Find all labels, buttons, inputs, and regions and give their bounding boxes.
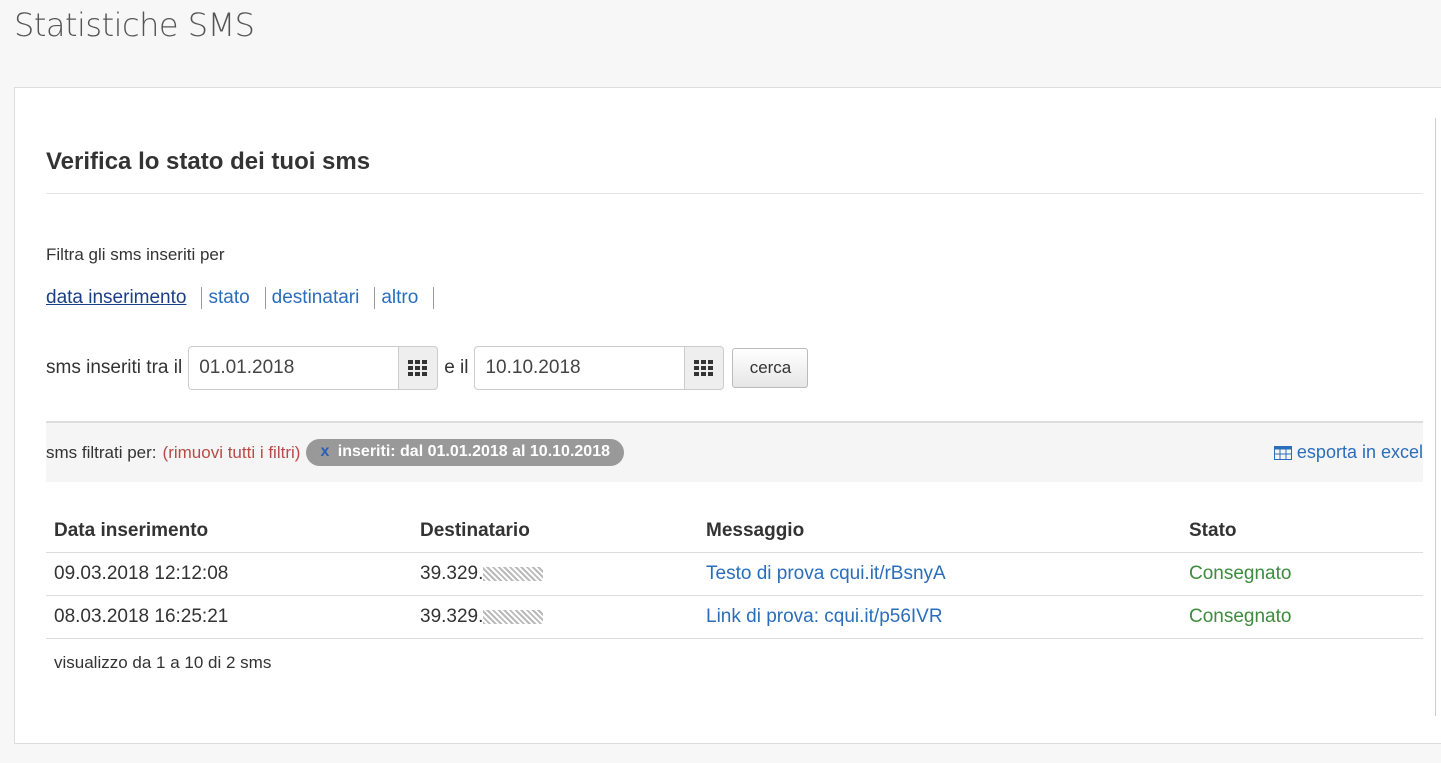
cell-message: Testo di prova cqui.it/rBsnyA: [698, 552, 1181, 596]
column-header-message[interactable]: Messaggio: [698, 508, 1181, 553]
filter-chip: x inseriti: dal 01.01.2018 al 10.10.2018: [306, 439, 624, 466]
date-from-group: [188, 346, 439, 390]
message-link[interactable]: Testo di prova cqui.it/rBsnyA: [706, 563, 946, 584]
cell-date: 09.03.2018 12:12:08: [46, 552, 412, 596]
column-header-recipient[interactable]: Destinatario: [412, 508, 698, 553]
calendar-grid-icon: [408, 360, 428, 376]
cell-recipient: 39.329.: [412, 595, 698, 639]
active-filters-bar: sms filtrati per: (rimuovi tutti i filtr…: [46, 421, 1423, 482]
table-row: 08.03.2018 16:25:21 39.329. Link di prov…: [46, 595, 1423, 639]
results-summary: visualizzo da 1 a 10 di 2 sms: [54, 653, 272, 672]
table-header-row: Data inserimento Destinatario Messaggio …: [46, 508, 1423, 553]
table-icon: [1273, 445, 1292, 460]
cell-recipient: 39.329.: [412, 552, 698, 596]
page-title: Statistiche SMS: [14, 6, 255, 44]
cell-message: Link di prova: cqui.it/p56IVR: [698, 595, 1181, 639]
tab-altro[interactable]: altro: [381, 287, 418, 309]
message-link[interactable]: Link di prova: cqui.it/p56IVR: [706, 606, 943, 627]
date-filter-row: sms inseriti tra il e il: [46, 346, 809, 390]
date-from-calendar-button[interactable]: [398, 346, 439, 390]
tab-separator: [201, 287, 203, 309]
search-button[interactable]: cerca: [732, 348, 809, 388]
remove-all-filters-link[interactable]: (rimuovi tutti i filtri): [163, 443, 301, 463]
date-to-label: e il: [444, 357, 469, 378]
export-excel-link[interactable]: esporta in excel: [1273, 442, 1423, 463]
tab-stato[interactable]: stato: [208, 287, 249, 309]
active-filters-label: sms filtrati per:: [46, 442, 157, 462]
tab-separator: [264, 287, 266, 309]
date-to-group: [474, 346, 725, 390]
redacted-number: [483, 609, 544, 624]
section-title: Verifica lo stato dei tuoi sms: [46, 148, 371, 175]
tab-separator: [433, 287, 435, 309]
filter-tabs: data inserimento stato destinatari altro: [46, 287, 440, 309]
recipient-prefix: 39.329.: [420, 606, 484, 627]
cell-date: 08.03.2018 16:25:21: [46, 595, 412, 639]
tab-data-inserimento[interactable]: data inserimento: [46, 287, 186, 309]
table-row: 09.03.2018 12:12:08 39.329. Testo di pro…: [46, 552, 1423, 596]
filter-intro: Filtra gli sms inseriti per: [46, 245, 225, 264]
remove-filter-chip-button[interactable]: x: [320, 443, 329, 460]
cell-status: Consegnato: [1181, 595, 1423, 639]
export-excel-label: esporta in excel: [1296, 442, 1423, 462]
sms-table: Data inserimento Destinatario Messaggio …: [46, 508, 1423, 639]
date-to-calendar-button[interactable]: [684, 346, 725, 390]
column-header-date[interactable]: Data inserimento: [46, 508, 412, 553]
cell-status: Consegnato: [1181, 552, 1423, 596]
tab-destinatari[interactable]: destinatari: [272, 287, 360, 309]
section-divider: [46, 193, 1423, 194]
date-to-input[interactable]: [474, 346, 685, 390]
date-from-label: sms inseriti tra il: [46, 357, 183, 378]
redacted-number: [483, 566, 544, 581]
scroll-edge: [1435, 118, 1436, 716]
column-header-status[interactable]: Stato: [1181, 508, 1423, 553]
filter-chip-label: inseriti: dal 01.01.2018 al 10.10.2018: [337, 443, 610, 460]
tab-separator: [374, 287, 376, 309]
date-from-input[interactable]: [188, 346, 399, 390]
sms-status-panel: Verifica lo stato dei tuoi sms Filtra gl…: [14, 87, 1441, 744]
calendar-grid-icon: [694, 360, 714, 376]
recipient-prefix: 39.329.: [420, 563, 484, 584]
